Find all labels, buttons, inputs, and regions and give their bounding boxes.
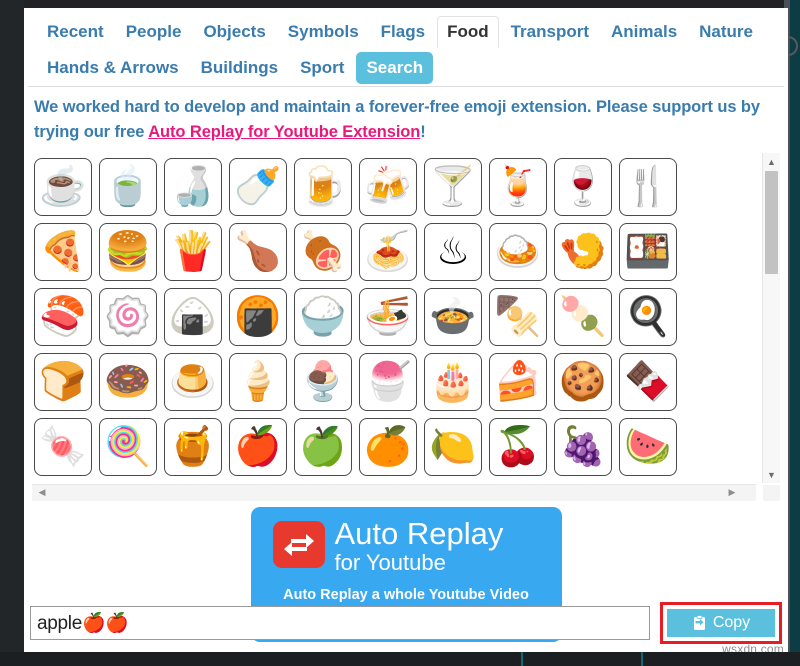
emoji-cell-sake[interactable]: 🍶 (164, 158, 222, 216)
banner-header: Auto Replay for Youtube (261, 517, 552, 576)
emoji-cell-honey-pot[interactable]: 🍯 (164, 418, 222, 476)
emoji-cell-lemon[interactable]: 🍋 (424, 418, 482, 476)
emoji-cell-pizza[interactable]: 🍕 (34, 223, 92, 281)
category-tab-bar: Recent People Objects Symbols Flags Food Trans… (28, 8, 784, 87)
emoji-cell-soft-ice-cream[interactable]: 🍦 (229, 353, 287, 411)
emoji-cell-shortcake[interactable]: 🍰 (489, 353, 547, 411)
category-tab-row-1: Recent People Objects Symbols Flags Food Trans… (36, 14, 776, 50)
emoji-cell-oden[interactable]: 🍢 (489, 288, 547, 346)
emoji-cell-fork-and-knife[interactable]: 🍴 (619, 158, 677, 216)
tab-hands-arrows[interactable]: Hands & Arrows (37, 52, 189, 84)
emoji-cell-teacup-without-handle[interactable]: 🍵 (99, 158, 157, 216)
promo-text: We worked hard to develop and maintain a… (24, 87, 788, 149)
tab-objects[interactable]: Objects (193, 16, 275, 48)
emoji-cell-candy[interactable]: 🍬 (34, 418, 92, 476)
emoji-cell-doughnut[interactable]: 🍩 (99, 353, 157, 411)
emoji-cell-french-fries[interactable]: 🍟 (164, 223, 222, 281)
emoji-cell-grapes[interactable]: 🍇 (554, 418, 612, 476)
tab-buildings[interactable]: Buildings (191, 52, 288, 84)
emoji-cell-bread[interactable]: 🍞 (34, 353, 92, 411)
tab-food[interactable]: Food (437, 16, 499, 48)
emoji-cell-red-apple[interactable]: 🍎 (229, 418, 287, 476)
emoji-cell-cooking-fried-egg[interactable]: 🍳 (619, 288, 677, 346)
screenshot-root: Recent People Objects Symbols Flags Food Trans… (0, 0, 800, 666)
tab-symbols[interactable]: Symbols (278, 16, 369, 48)
emoji-cell-cherries[interactable]: 🍒 (489, 418, 547, 476)
emoji-cell-spaghetti[interactable]: 🍝 (359, 223, 417, 281)
promo-text-after: ! (420, 123, 426, 141)
emoji-cell-rice-cracker[interactable]: 🍘 (229, 288, 287, 346)
emoji-cell-tropical-drink[interactable]: 🍹 (489, 158, 547, 216)
page-accent-tick-right (641, 652, 643, 666)
emoji-cell-pot-of-food[interactable]: 🍲 (424, 288, 482, 346)
tab-people[interactable]: People (116, 16, 192, 48)
emoji-cell-green-apple[interactable]: 🍏 (294, 418, 352, 476)
scroll-right-arrow-icon[interactable]: ▶ (724, 485, 740, 500)
emoji-text-input[interactable]: apple🍎🍎 (30, 606, 650, 640)
tab-nature[interactable]: Nature (689, 16, 763, 48)
emoji-cell-beer-mug[interactable]: 🍺 (294, 158, 352, 216)
banner-title: Auto Replay (334, 516, 504, 551)
emoji-grid: ☕ 🍵 🍶 🍼 🍺 🍻 🍸 🍹 🍷 🍴 🍕 🍔 🍟 🍗 🍖 🍝 ♨ 🍛 🍤 🍱 🍣 🍥 🍙 🍘 🍚 🍜 🍲 🍢 🍡 🍳 🍞 🍩 🍮 🍦 🍨 🍧 🎂 🍰 🍪 🍫… (32, 153, 756, 483)
emoji-cell-hamburger[interactable]: 🍔 (99, 223, 157, 281)
tab-sport[interactable]: Sport (290, 52, 354, 84)
tab-animals[interactable]: Animals (601, 16, 687, 48)
emoji-cell-bento-box[interactable]: 🍱 (619, 223, 677, 281)
emoji-picker-popup: Recent People Objects Symbols Flags Food Trans… (24, 8, 788, 652)
emoji-cell-watermelon[interactable]: 🍉 (619, 418, 677, 476)
emoji-cell-baby-bottle[interactable]: 🍼 (229, 158, 287, 216)
vertical-scrollbar[interactable]: ▲ ▼ (762, 153, 780, 483)
emoji-cell-dango[interactable]: 🍡 (554, 288, 612, 346)
scroll-up-arrow-icon[interactable]: ▲ (763, 153, 780, 170)
page-background-left (0, 0, 24, 666)
vertical-scrollbar-thumb[interactable] (765, 171, 778, 274)
category-tab-row-2: Hands & Arrows Buildings Sport Search (36, 50, 776, 86)
emoji-cell-meat-on-bone[interactable]: 🍖 (294, 223, 352, 281)
tab-flags[interactable]: Flags (371, 16, 435, 48)
emoji-cell-sushi[interactable]: 🍣 (34, 288, 92, 346)
emoji-cell-poultry-leg[interactable]: 🍗 (229, 223, 287, 281)
emoji-cell-cocktail-glass[interactable]: 🍸 (424, 158, 482, 216)
banner-subtitle: for Youtube (334, 550, 446, 575)
emoji-cell-steaming-bowl[interactable]: 🍜 (359, 288, 417, 346)
emoji-cell-ice-cream[interactable]: 🍨 (294, 353, 352, 411)
page-background-bottom (0, 652, 800, 666)
emoji-cell-cooked-rice[interactable]: 🍚 (294, 288, 352, 346)
scroll-left-arrow-icon[interactable]: ◀ (34, 485, 50, 500)
emoji-cell-tangerine[interactable]: 🍊 (359, 418, 417, 476)
emoji-cell-clinking-beer-mugs[interactable]: 🍻 (359, 158, 417, 216)
emoji-cell-rice-ball[interactable]: 🍙 (164, 288, 222, 346)
emoji-cell-hot-beverage[interactable]: ☕ (34, 158, 92, 216)
copy-button[interactable]: Copy (667, 609, 775, 637)
bottom-action-bar: apple🍎🍎 Copy (24, 602, 788, 644)
banner-title-block: Auto Replay for Youtube (335, 517, 504, 576)
tab-recent[interactable]: Recent (37, 16, 114, 48)
emoji-cell-lollipop[interactable]: 🍭 (99, 418, 157, 476)
emoji-cell-fried-shrimp[interactable]: 🍤 (554, 223, 612, 281)
emoji-cell-custard[interactable]: 🍮 (164, 353, 222, 411)
emoji-cell-fish-cake[interactable]: 🍥 (99, 288, 157, 346)
emoji-cell-shaved-ice[interactable]: 🍧 (359, 353, 417, 411)
emoji-grid-container: ☕ 🍵 🍶 🍼 🍺 🍻 🍸 🍹 🍷 🍴 🍕 🍔 🍟 🍗 🍖 🍝 ♨ 🍛 🍤 🍱 🍣 🍥 🍙 🍘 🍚 🍜 🍲 🍢 🍡 🍳 🍞 🍩 🍮 🍦 🍨 🍧 🎂 🍰 🍪 🍫… (32, 153, 780, 501)
clipboard-icon (692, 615, 707, 631)
emoji-cell-cookie[interactable]: 🍪 (554, 353, 612, 411)
page-background-right (790, 0, 800, 666)
page-accent-tick-left (521, 652, 523, 666)
emoji-cell-birthday-cake[interactable]: 🎂 (424, 353, 482, 411)
auto-replay-extension-link[interactable]: Auto Replay for Youtube Extension (148, 123, 420, 141)
copy-button-highlight: Copy (660, 602, 782, 644)
copy-button-label: Copy (712, 614, 751, 631)
scrollbar-corner (763, 485, 780, 501)
emoji-cell-chocolate-bar[interactable]: 🍫 (619, 353, 677, 411)
scroll-down-arrow-icon[interactable]: ▼ (763, 466, 780, 483)
repeat-loop-icon (272, 521, 325, 568)
tab-search[interactable]: Search (356, 52, 434, 84)
emoji-cell-hot-springs[interactable]: ♨ (424, 223, 482, 281)
emoji-cell-wine-glass[interactable]: 🍷 (554, 158, 612, 216)
emoji-cell-curry-rice[interactable]: 🍛 (489, 223, 547, 281)
horizontal-scrollbar[interactable]: ◀ ▶ (32, 484, 756, 501)
tab-transport[interactable]: Transport (501, 16, 599, 48)
emoji-grid-viewport: ☕ 🍵 🍶 🍼 🍺 🍻 🍸 🍹 🍷 🍴 🍕 🍔 🍟 🍗 🍖 🍝 ♨ 🍛 🍤 🍱 🍣 🍥 🍙 🍘 🍚 🍜 🍲 🍢 🍡 🍳 🍞 🍩 🍮 🍦 🍨 🍧 🎂 🍰 🍪 🍫… (32, 153, 756, 483)
